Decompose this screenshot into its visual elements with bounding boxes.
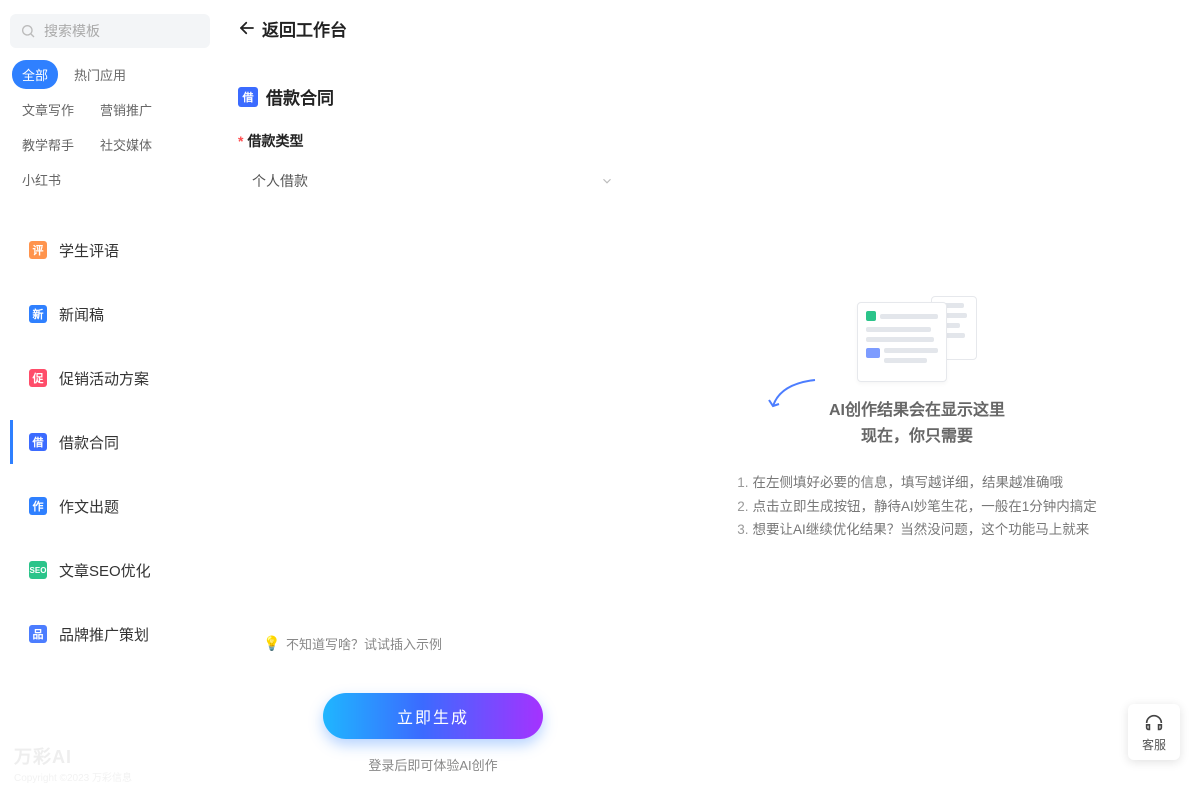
tag-xhs[interactable]: 小红书 [12,165,71,194]
tag-article[interactable]: 文章写作 [12,95,84,124]
required-mark: * [238,133,243,149]
support-label: 客服 [1142,736,1166,753]
nav-label: 促销活动方案 [59,368,149,389]
nav-item-promo[interactable]: 促 促销活动方案 [10,356,210,400]
search-wrap [10,14,210,48]
example-hint-text: 不知道写啥？试试插入示例 [286,634,442,653]
nav-label: 作文出题 [59,496,119,517]
select-value: 个人借款 [252,171,308,191]
tag-list: 全部 热门应用 文章写作 营销推广 教学帮手 社交媒体 小红书 [10,60,210,194]
pointer-arrow-icon [767,378,817,414]
nav-label: 新闻稿 [59,304,104,325]
tag-teaching[interactable]: 教学帮手 [12,130,84,159]
nav-label: 品牌推广策划 [59,624,149,645]
form-pane: 借 借款合同 *借款类型 个人借款 💡 不知道写啥？试试插入示例 立即生成 登录… [238,56,628,782]
headset-icon [1143,712,1165,734]
search-input[interactable] [10,14,210,48]
student-comment-icon: 评 [29,241,47,259]
generate-button[interactable]: 立即生成 [323,693,543,739]
field-label-loan-type: *借款类型 [238,131,628,151]
login-hint: 登录后即可体验AI创作 [238,755,628,774]
nav-label: 借款合同 [59,432,119,453]
nav-item-seo[interactable]: SEO 文章SEO优化 [10,548,210,592]
tag-all[interactable]: 全部 [12,60,58,89]
arrow-left-icon [238,19,256,37]
back-label: 返回工作台 [262,16,347,41]
watermark-logo: 万彩AI Copyright ©2023 万彩信息 [14,743,132,784]
form-title-icon: 借 [238,87,258,107]
loan-contract-icon: 借 [29,433,47,451]
result-steps: 1.在左侧填好必要的信息，填写越详细，结果越准确哦 2.点击立即生成按钮，静待A… [737,471,1097,542]
chevron-down-icon [600,174,614,188]
result-pane: AI创作结果会在显示这里 现在，你只需要 1.在左侧填好必要的信息，填写越详细，… [652,56,1182,782]
action-area: 立即生成 登录后即可体验AI创作 [238,693,628,782]
loan-type-select[interactable]: 个人借款 [238,161,628,201]
promo-icon: 促 [29,369,47,387]
search-icon [20,23,36,39]
main: 返回工作台 借 借款合同 *借款类型 个人借款 💡 不知道写 [220,0,1200,800]
nav-label: 学生评语 [59,240,119,261]
tag-hot[interactable]: 热门应用 [64,60,136,89]
result-step: 3.想要让AI继续优化结果？当然没问题，这个功能马上就来 [737,518,1097,542]
news-icon: 新 [29,305,47,323]
nav-item-essay-topic[interactable]: 作 作文出题 [10,484,210,528]
nav-item-loan-contract[interactable]: 借 借款合同 [10,420,210,464]
back-button[interactable]: 返回工作台 [238,16,347,41]
nav-list: 评 学生评语 新 新闻稿 促 促销活动方案 借 借款合同 作 作文出题 SEO … [10,208,210,786]
topbar: 返回工作台 [220,0,1200,56]
tag-social[interactable]: 社交媒体 [90,130,162,159]
support-button[interactable]: 客服 [1128,704,1180,760]
result-step: 2.点击立即生成按钮，静待AI妙笔生花，一般在1分钟内搞定 [737,495,1097,519]
essay-topic-icon: 作 [29,497,47,515]
form-title-text: 借款合同 [266,84,334,109]
lightbulb-icon: 💡 [264,636,280,652]
example-hint[interactable]: 💡 不知道写啥？试试插入示例 [238,634,628,653]
nav-item-student-comment[interactable]: 评 学生评语 [10,228,210,272]
nav-item-news[interactable]: 新 新闻稿 [10,292,210,336]
brand-icon: 品 [29,625,47,643]
sidebar: 全部 热门应用 文章写作 营销推广 教学帮手 社交媒体 小红书 评 学生评语 新… [0,0,220,800]
form-title: 借 借款合同 [238,84,628,109]
nav-label: 文章SEO优化 [59,560,151,581]
content: 借 借款合同 *借款类型 个人借款 💡 不知道写啥？试试插入示例 立即生成 登录… [220,56,1200,800]
empty-illustration [857,296,977,388]
result-step: 1.在左侧填好必要的信息，填写越详细，结果越准确哦 [737,471,1097,495]
tag-marketing[interactable]: 营销推广 [90,95,162,124]
seo-icon: SEO [29,561,47,579]
nav-item-brand[interactable]: 品 品牌推广策划 [10,612,210,656]
result-title: AI创作结果会在显示这里 现在，你只需要 [829,398,1005,449]
